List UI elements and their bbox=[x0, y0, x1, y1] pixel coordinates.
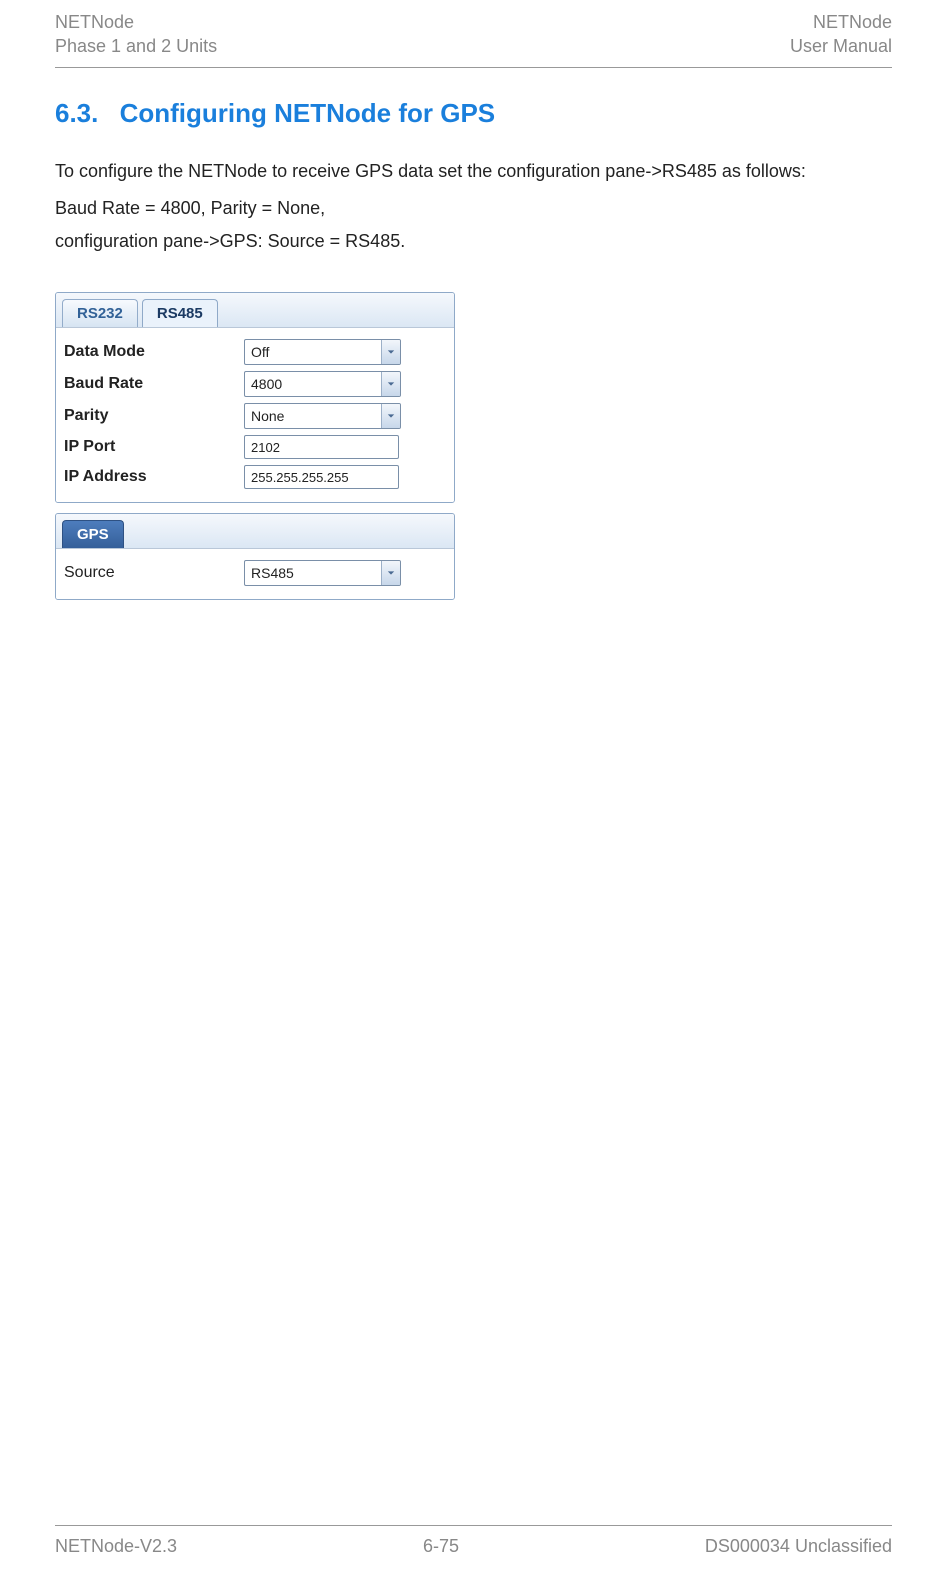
label-ip-address: IP Address bbox=[64, 468, 244, 486]
serial-tabbar: RS232 RS485 bbox=[56, 293, 454, 328]
header-right: NETNode User Manual bbox=[790, 10, 892, 59]
select-baud-rate[interactable]: 4800 bbox=[244, 371, 401, 397]
header-subtitle: Phase 1 and 2 Units bbox=[55, 34, 217, 58]
serial-pane: RS232 RS485 Data Mode Off Baud Rate bbox=[55, 292, 455, 503]
label-source: Source bbox=[64, 564, 244, 582]
gps-form: Source RS485 bbox=[56, 549, 454, 599]
tab-rs232[interactable]: RS232 bbox=[62, 299, 138, 327]
select-baud-rate-value: 4800 bbox=[245, 376, 381, 392]
label-ip-port: IP Port bbox=[64, 438, 244, 456]
label-parity: Parity bbox=[64, 407, 244, 425]
page-header: NETNode Phase 1 and 2 Units NETNode User… bbox=[55, 10, 892, 68]
chevron-down-icon bbox=[381, 340, 400, 364]
select-parity[interactable]: None bbox=[244, 403, 401, 429]
paragraph-3: configuration pane->GPS: Source = RS485. bbox=[55, 229, 892, 254]
paragraph-2: Baud Rate = 4800, Parity = None, bbox=[55, 196, 892, 221]
tab-rs485[interactable]: RS485 bbox=[142, 299, 218, 327]
select-source[interactable]: RS485 bbox=[244, 560, 401, 586]
row-ip-address: IP Address bbox=[64, 462, 446, 492]
row-baud-rate: Baud Rate 4800 bbox=[64, 368, 446, 400]
section-heading: 6.3. Configuring NETNode for GPS bbox=[55, 98, 892, 129]
row-parity: Parity None bbox=[64, 400, 446, 432]
header-left: NETNode Phase 1 and 2 Units bbox=[55, 10, 217, 59]
page-footer: NETNode-V2.3 6-75 DS000034 Unclassified bbox=[55, 1525, 892, 1575]
row-source: Source RS485 bbox=[64, 557, 446, 589]
gps-pane: GPS Source RS485 bbox=[55, 513, 455, 600]
select-data-mode[interactable]: Off bbox=[244, 339, 401, 365]
chevron-down-icon bbox=[381, 404, 400, 428]
tab-gps[interactable]: GPS bbox=[62, 520, 124, 548]
paragraph-1: To configure the NETNode to receive GPS … bbox=[55, 159, 892, 184]
footer-left: NETNode-V2.3 bbox=[55, 1536, 177, 1557]
row-ip-port: IP Port bbox=[64, 432, 446, 462]
gps-tabbar: GPS bbox=[56, 514, 454, 549]
select-parity-value: None bbox=[245, 408, 381, 424]
section-title-text: Configuring NETNode for GPS bbox=[120, 98, 496, 128]
select-data-mode-value: Off bbox=[245, 344, 381, 360]
select-source-value: RS485 bbox=[245, 565, 381, 581]
input-ip-address[interactable] bbox=[244, 465, 399, 489]
header-doc-type: User Manual bbox=[790, 34, 892, 58]
header-doc-name: NETNode bbox=[790, 10, 892, 34]
label-baud-rate: Baud Rate bbox=[64, 375, 244, 393]
content-spacer bbox=[55, 610, 892, 1525]
label-data-mode: Data Mode bbox=[64, 343, 244, 361]
serial-form: Data Mode Off Baud Rate 4800 bbox=[56, 328, 454, 502]
footer-page-number: 6-75 bbox=[423, 1536, 459, 1557]
footer-right: DS000034 Unclassified bbox=[705, 1536, 892, 1557]
chevron-down-icon bbox=[381, 372, 400, 396]
input-ip-port[interactable] bbox=[244, 435, 399, 459]
config-panels: RS232 RS485 Data Mode Off Baud Rate bbox=[55, 292, 455, 610]
row-data-mode: Data Mode Off bbox=[64, 336, 446, 368]
chevron-down-icon bbox=[381, 561, 400, 585]
header-product: NETNode bbox=[55, 10, 217, 34]
section-number: 6.3. bbox=[55, 98, 98, 128]
